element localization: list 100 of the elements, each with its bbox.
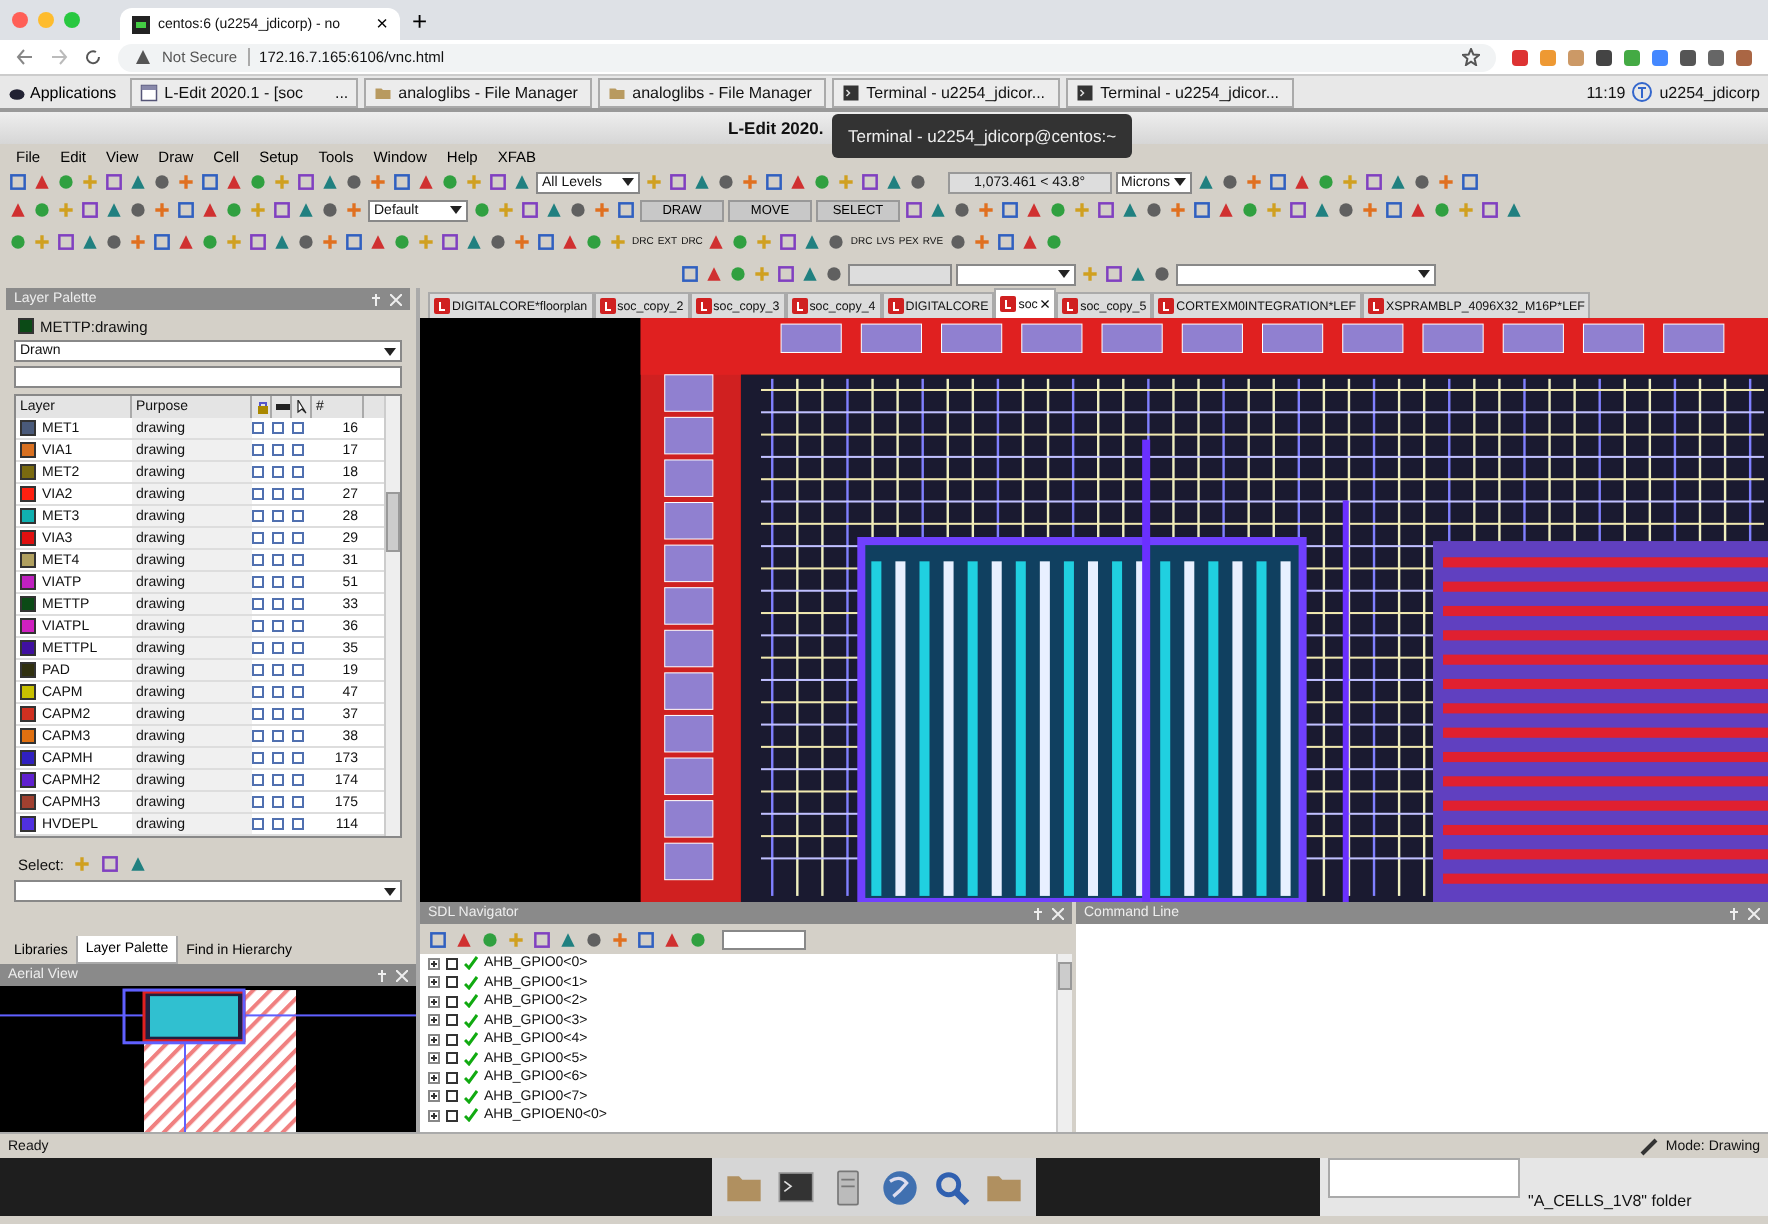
toolbar-icon[interactable] [778, 232, 799, 252]
empty-dropdown[interactable] [956, 263, 1076, 285]
checkbox[interactable] [292, 532, 304, 544]
close-icon[interactable] [396, 969, 408, 981]
toolbar-icon[interactable] [128, 232, 148, 252]
pin-icon[interactable] [370, 293, 382, 305]
checkbox[interactable] [252, 752, 264, 764]
toolbar-icon[interactable] [1435, 172, 1456, 192]
toolbar-icon[interactable] [99, 854, 120, 874]
checkbox[interactable] [292, 752, 304, 764]
toolbar-icon[interactable] [1315, 172, 1336, 192]
globe-icon[interactable] [880, 1167, 920, 1207]
toolbar-icon[interactable] [1168, 200, 1188, 220]
toolbar-icon[interactable] [740, 172, 760, 192]
taskbar-button[interactable]: analoglibs - File Manager [364, 77, 593, 107]
checkbox[interactable] [272, 708, 284, 720]
checkbox[interactable] [292, 598, 304, 610]
checkbox[interactable] [292, 818, 304, 830]
tab-close-button[interactable]: × [376, 13, 388, 35]
expand-icon[interactable] [428, 995, 440, 1008]
empty-field[interactable] [848, 263, 952, 285]
toolbar-icon[interactable] [1459, 172, 1480, 192]
checkbox[interactable] [252, 796, 264, 808]
checkbox[interactable] [252, 774, 264, 786]
search-field[interactable] [722, 929, 806, 949]
toolbar-icon[interactable] [706, 232, 727, 252]
toolbar-icon[interactable] [176, 172, 196, 192]
close-icon[interactable] [1052, 907, 1064, 919]
scrollbar[interactable] [1056, 954, 1072, 1132]
chip-layout-drawing[interactable] [420, 318, 1768, 902]
checkbox[interactable] [292, 488, 304, 500]
close-icon[interactable] [1748, 907, 1760, 919]
checkbox[interactable] [272, 796, 284, 808]
expand-icon[interactable] [428, 976, 440, 989]
checkbox[interactable] [272, 664, 284, 676]
toolbar-icon[interactable] [1291, 172, 1312, 192]
checkbox[interactable] [252, 642, 264, 654]
checkbox[interactable] [252, 510, 264, 522]
toolbar-icon[interactable] [152, 200, 172, 220]
checkbox[interactable] [272, 488, 284, 500]
checkbox[interactable] [252, 466, 264, 478]
aerial-view-drawing[interactable] [0, 986, 416, 1132]
toolbar-icon[interactable] [512, 232, 532, 252]
checkbox[interactable] [272, 642, 284, 654]
checkbox[interactable] [446, 995, 458, 1008]
expand-icon[interactable] [428, 1014, 440, 1027]
toolbar-icon[interactable] [1387, 172, 1408, 192]
checkbox[interactable] [252, 664, 264, 676]
checkbox[interactable] [292, 620, 304, 632]
tab-close-button[interactable]: × [1039, 294, 1051, 314]
checkbox[interactable] [252, 488, 264, 500]
checkbox[interactable] [292, 422, 304, 434]
taskbar-button[interactable]: Terminal - u2254_jdicor... [1066, 77, 1295, 107]
checkbox[interactable] [252, 686, 264, 698]
checkbox[interactable] [252, 620, 264, 632]
expand-icon[interactable] [428, 1071, 440, 1084]
close-icon[interactable] [390, 293, 402, 305]
toolbar-icon[interactable] [1243, 172, 1264, 192]
toolbar-icon[interactable] [1219, 172, 1240, 192]
checkbox[interactable] [292, 708, 304, 720]
expand-icon[interactable] [428, 1109, 440, 1122]
checkbox[interactable] [252, 576, 264, 588]
checkbox[interactable] [446, 1071, 458, 1084]
checkbox[interactable] [292, 796, 304, 808]
pin-icon[interactable] [376, 969, 388, 981]
checkbox[interactable] [292, 466, 304, 478]
toolbar-icon[interactable] [947, 232, 968, 252]
checkbox[interactable] [292, 444, 304, 456]
checkbox[interactable] [446, 1014, 458, 1027]
checkbox[interactable] [446, 957, 458, 970]
lock-icon[interactable] [256, 400, 270, 414]
eye-icon[interactable] [276, 400, 290, 414]
checkbox[interactable] [272, 532, 284, 544]
toolbar-icon[interactable] [1360, 200, 1380, 220]
checkbox[interactable] [272, 576, 284, 588]
checkbox[interactable] [446, 1109, 458, 1122]
star-icon[interactable] [1462, 48, 1480, 66]
checkbox[interactable] [272, 422, 284, 434]
close-button[interactable] [12, 12, 28, 28]
applications-menu[interactable]: Applications [8, 83, 125, 101]
taskbar-button[interactable]: Terminal - u2254_jdicor... [832, 77, 1061, 107]
checkbox[interactable] [292, 686, 304, 698]
checkbox[interactable] [292, 554, 304, 566]
toolbar-icon[interactable] [344, 200, 364, 220]
toolbar-icon[interactable] [592, 200, 612, 220]
search-icon[interactable] [932, 1167, 972, 1207]
expand-icon[interactable] [428, 1052, 440, 1065]
checkbox[interactable] [272, 510, 284, 522]
checkbox[interactable] [446, 1052, 458, 1065]
checkbox[interactable] [292, 576, 304, 588]
taskbar-button[interactable]: analoglibs - File Manager [598, 77, 827, 107]
back-icon[interactable] [16, 48, 34, 66]
pin-icon[interactable] [1728, 907, 1740, 919]
toolbar-icon[interactable] [1363, 172, 1384, 192]
checkbox[interactable] [446, 1090, 458, 1103]
checkbox[interactable] [292, 664, 304, 676]
checkbox[interactable] [252, 818, 264, 830]
checkbox[interactable] [272, 686, 284, 698]
checkbox[interactable] [446, 976, 458, 989]
toolbar-icon[interactable] [995, 232, 1016, 252]
